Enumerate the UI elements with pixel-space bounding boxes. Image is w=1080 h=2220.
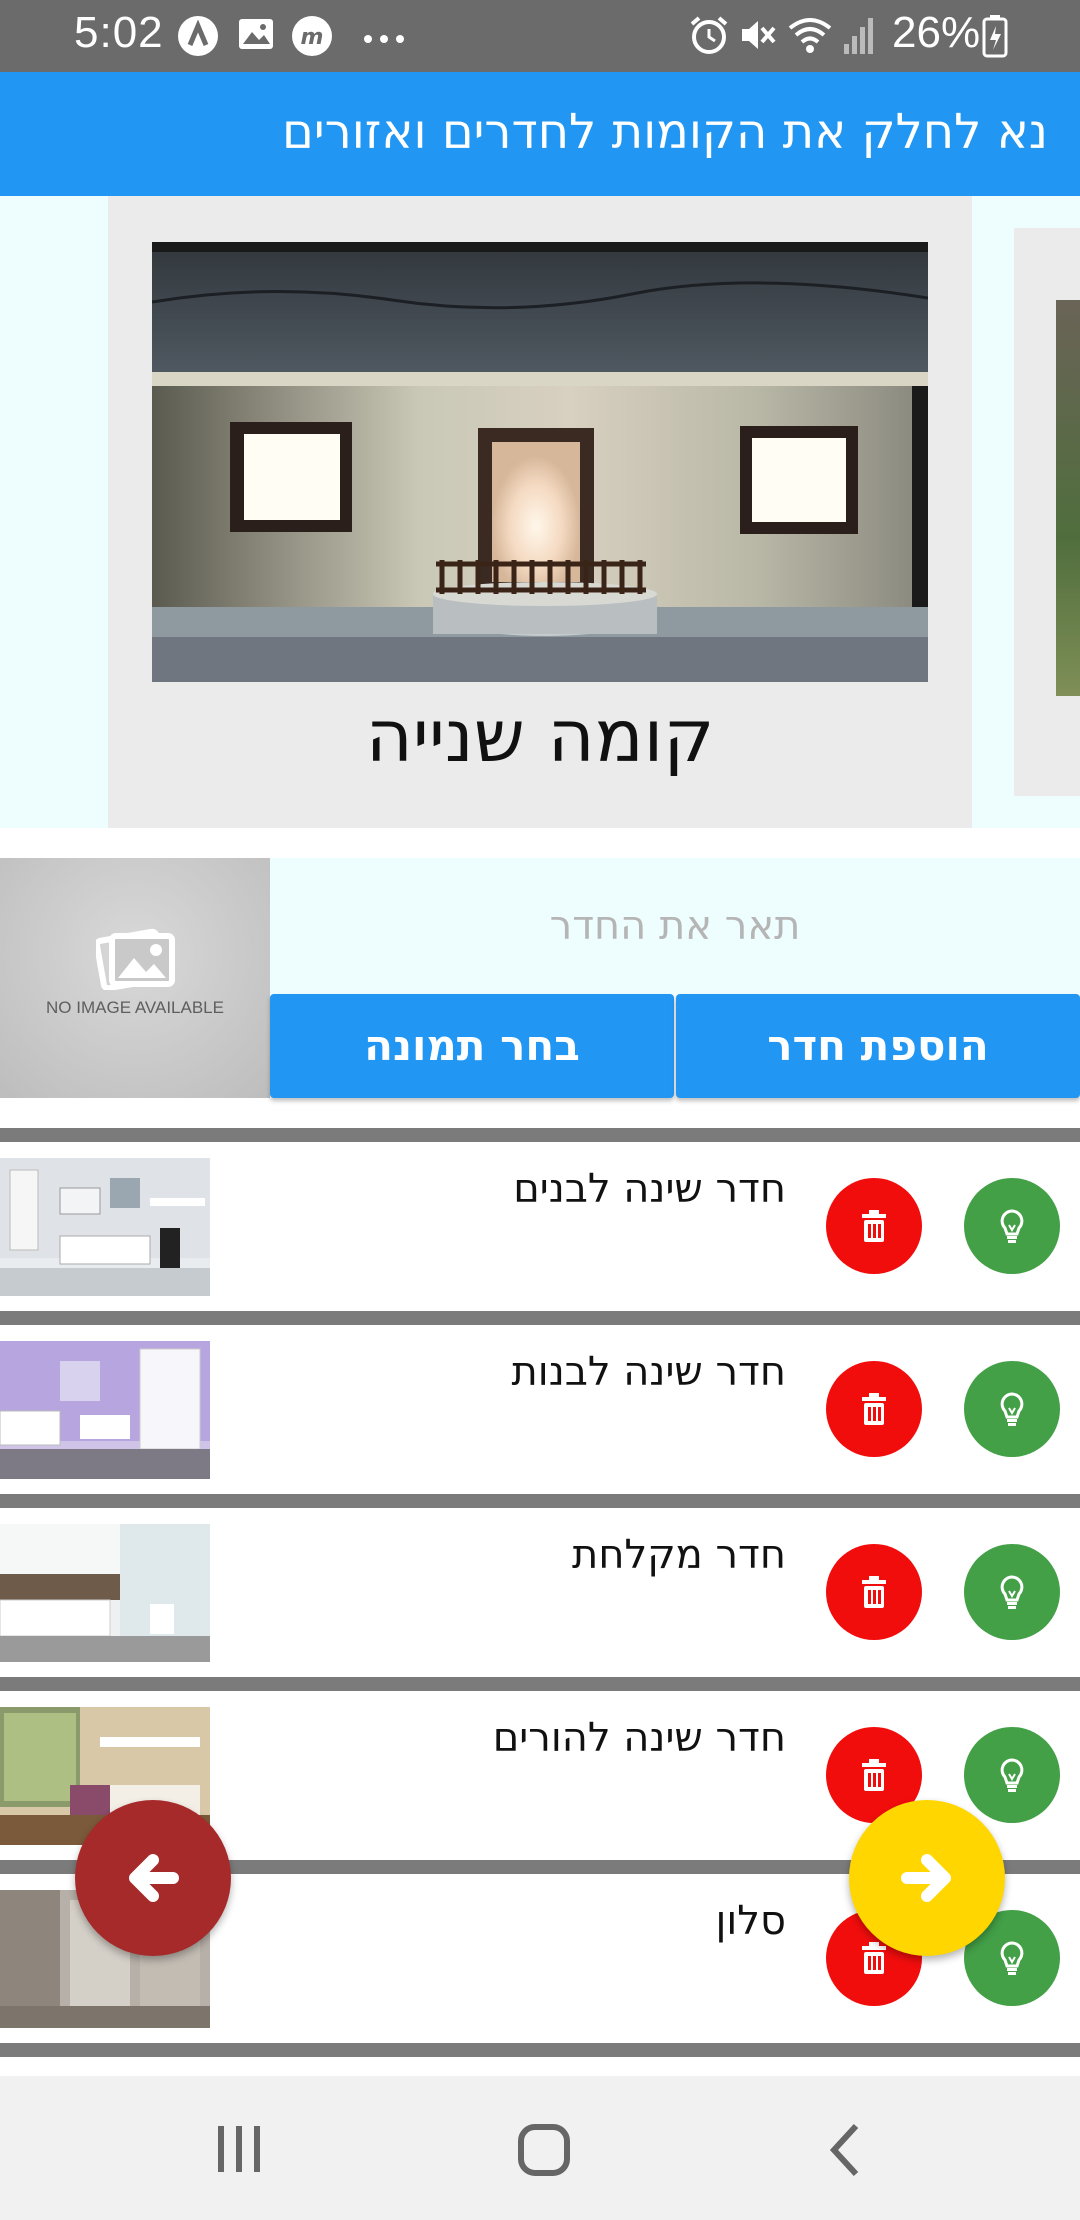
recent-apps-icon[interactable]	[214, 2122, 264, 2182]
lightbulb-icon	[1000, 1575, 1024, 1609]
status-time: 5:02	[74, 8, 164, 57]
floor-carousel[interactable]: קומה שנייה	[0, 196, 1080, 828]
a-icon	[176, 14, 220, 62]
room-row[interactable]: חדר שינה לבנות	[0, 1311, 1080, 1494]
mute-icon	[736, 14, 778, 60]
page-title: נא לחלק את הקומות לחדרים ואזורים	[282, 104, 1048, 160]
back-icon[interactable]	[826, 2122, 866, 2182]
lightbulb-icon	[1000, 1392, 1024, 1426]
arrow-left-icon	[129, 1854, 179, 1902]
status-bar: 5:02 m 26%	[0, 0, 1080, 72]
add-room-form: NO IMAGE AVAILABLE בחר תמונה הוספת חדר	[0, 858, 1080, 1100]
room-bulb-button[interactable]	[964, 1544, 1060, 1640]
back-button[interactable]	[75, 1800, 231, 1956]
lightbulb-icon	[1000, 1941, 1024, 1975]
lightbulb-icon	[1000, 1209, 1024, 1243]
room-bulb-button[interactable]	[964, 1361, 1060, 1457]
room-name: חדר שינה להורים	[492, 1715, 786, 1761]
trash-icon	[862, 1210, 886, 1242]
lightbulb-icon	[1000, 1758, 1024, 1792]
home-icon[interactable]	[516, 2122, 572, 2182]
room-name: חדר מקלחת	[572, 1532, 786, 1578]
room-thumbnail	[0, 1341, 210, 1479]
floor-name: קומה שנייה	[365, 694, 715, 778]
room-name: חדר שינה לבנות	[511, 1349, 786, 1395]
room-description-field[interactable]	[270, 858, 1080, 994]
wifi-icon	[786, 14, 834, 60]
trash-icon	[862, 1393, 886, 1425]
image-placeholder-icon	[96, 928, 175, 990]
room-image-preview[interactable]: NO IMAGE AVAILABLE	[0, 858, 270, 1098]
room-bulb-button[interactable]	[964, 1727, 1060, 1823]
alarm-icon	[688, 14, 730, 60]
delete-room-button[interactable]	[826, 1178, 922, 1274]
no-image-text: NO IMAGE AVAILABLE	[46, 998, 224, 1017]
room-name: חדר שינה לבנים	[513, 1166, 786, 1212]
choose-image-button[interactable]: בחר תמונה	[270, 994, 674, 1098]
room-thumbnail	[0, 1158, 210, 1296]
next-button[interactable]	[849, 1800, 1005, 1956]
room-bulb-button[interactable]	[964, 1178, 1060, 1274]
floor-card[interactable]: קומה שנייה	[108, 196, 972, 828]
battery-icon	[982, 14, 1008, 62]
room-thumbnail	[0, 1524, 210, 1662]
m-icon: m	[290, 14, 334, 62]
next-floor-card[interactable]	[1014, 228, 1080, 796]
svg-text:m: m	[301, 25, 324, 50]
room-row[interactable]: חדר שינה לבנים	[0, 1128, 1080, 1311]
trash-icon	[862, 1759, 886, 1791]
app-bar: נא לחלק את הקומות לחדרים ואזורים	[0, 72, 1080, 196]
room-name: סלון	[715, 1898, 787, 1944]
system-nav-bar	[0, 2076, 1080, 2220]
room-description-input[interactable]	[270, 858, 1080, 994]
add-room-button[interactable]: הוספת חדר	[676, 994, 1080, 1098]
battery-percentage: 26%	[892, 8, 981, 57]
trash-icon	[862, 1576, 886, 1608]
more-icon	[362, 30, 406, 49]
list-divider	[0, 2043, 1080, 2075]
next-floor-image	[1056, 300, 1080, 696]
arrow-right-icon	[901, 1854, 951, 1902]
gallery-icon	[236, 14, 276, 58]
signal-icon	[842, 14, 878, 60]
delete-room-button[interactable]	[826, 1544, 922, 1640]
floor-image	[152, 242, 928, 682]
room-row[interactable]: חדר מקלחת	[0, 1494, 1080, 1677]
delete-room-button[interactable]	[826, 1361, 922, 1457]
